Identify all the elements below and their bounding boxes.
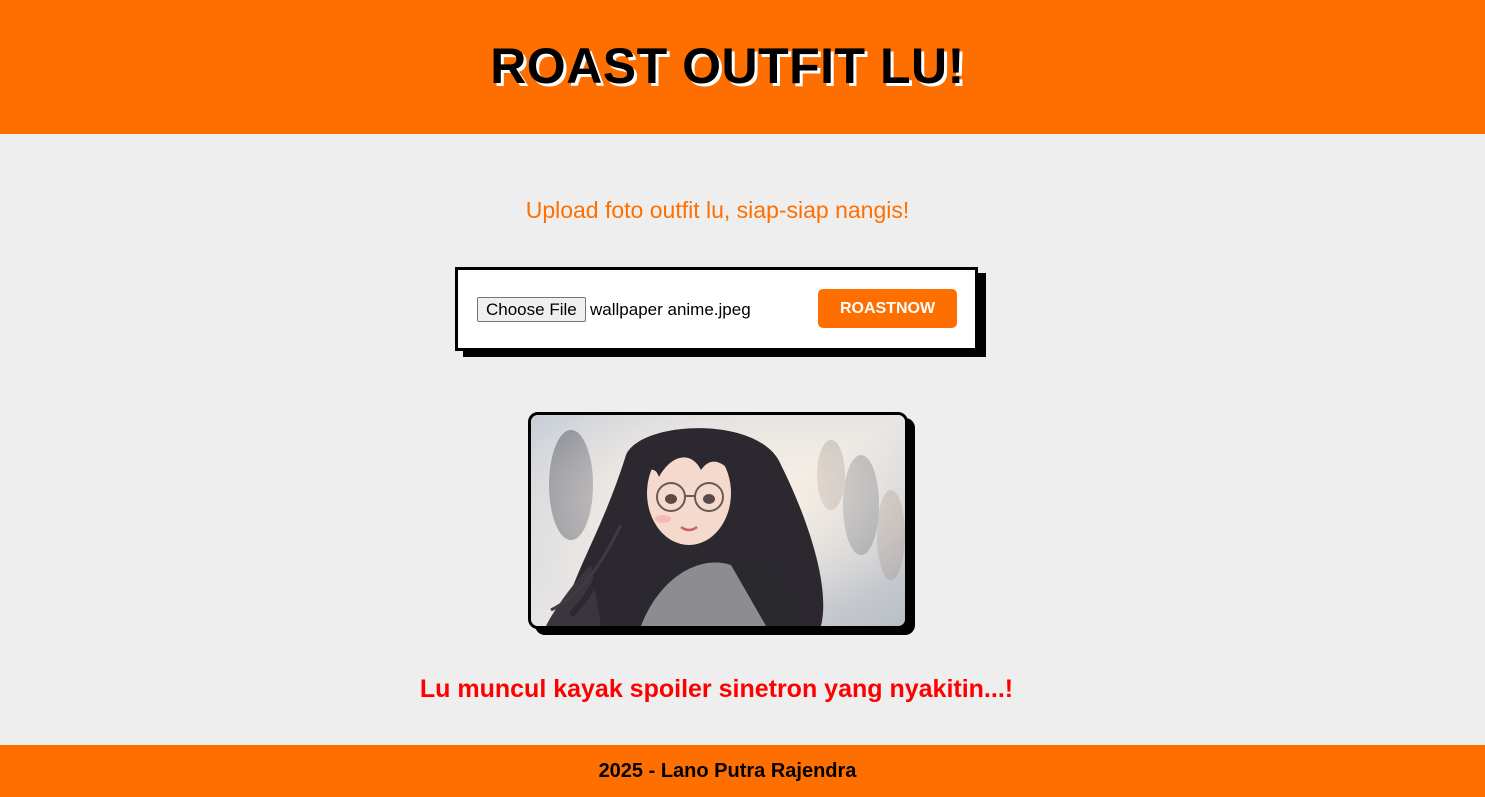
site-header: ROAST OUTFIT LU!: [0, 0, 1485, 134]
outfit-preview-image: [528, 412, 908, 629]
anime-girl-illustration: [531, 415, 905, 626]
choose-file-button[interactable]: Choose File: [477, 297, 586, 322]
site-footer: 2025 - Lano Putra Rajendra: [0, 745, 1485, 797]
upload-form: Choose File wallpaper anime.jpeg ROASTNO…: [455, 267, 978, 351]
roast-result-text: Lu muncul kayak spoiler sinetron yang ny…: [419, 675, 1014, 703]
footer-credit: 2025 - Lano Putra Rajendra: [598, 759, 857, 782]
upload-instruction: Upload foto outfit lu, siap-siap nangis!: [525, 197, 910, 223]
selected-file-name: wallpaper anime.jpeg: [590, 300, 751, 319]
site-title: ROAST OUTFIT LU!: [490, 38, 965, 94]
roast-now-button[interactable]: ROASTNOW: [818, 289, 957, 328]
